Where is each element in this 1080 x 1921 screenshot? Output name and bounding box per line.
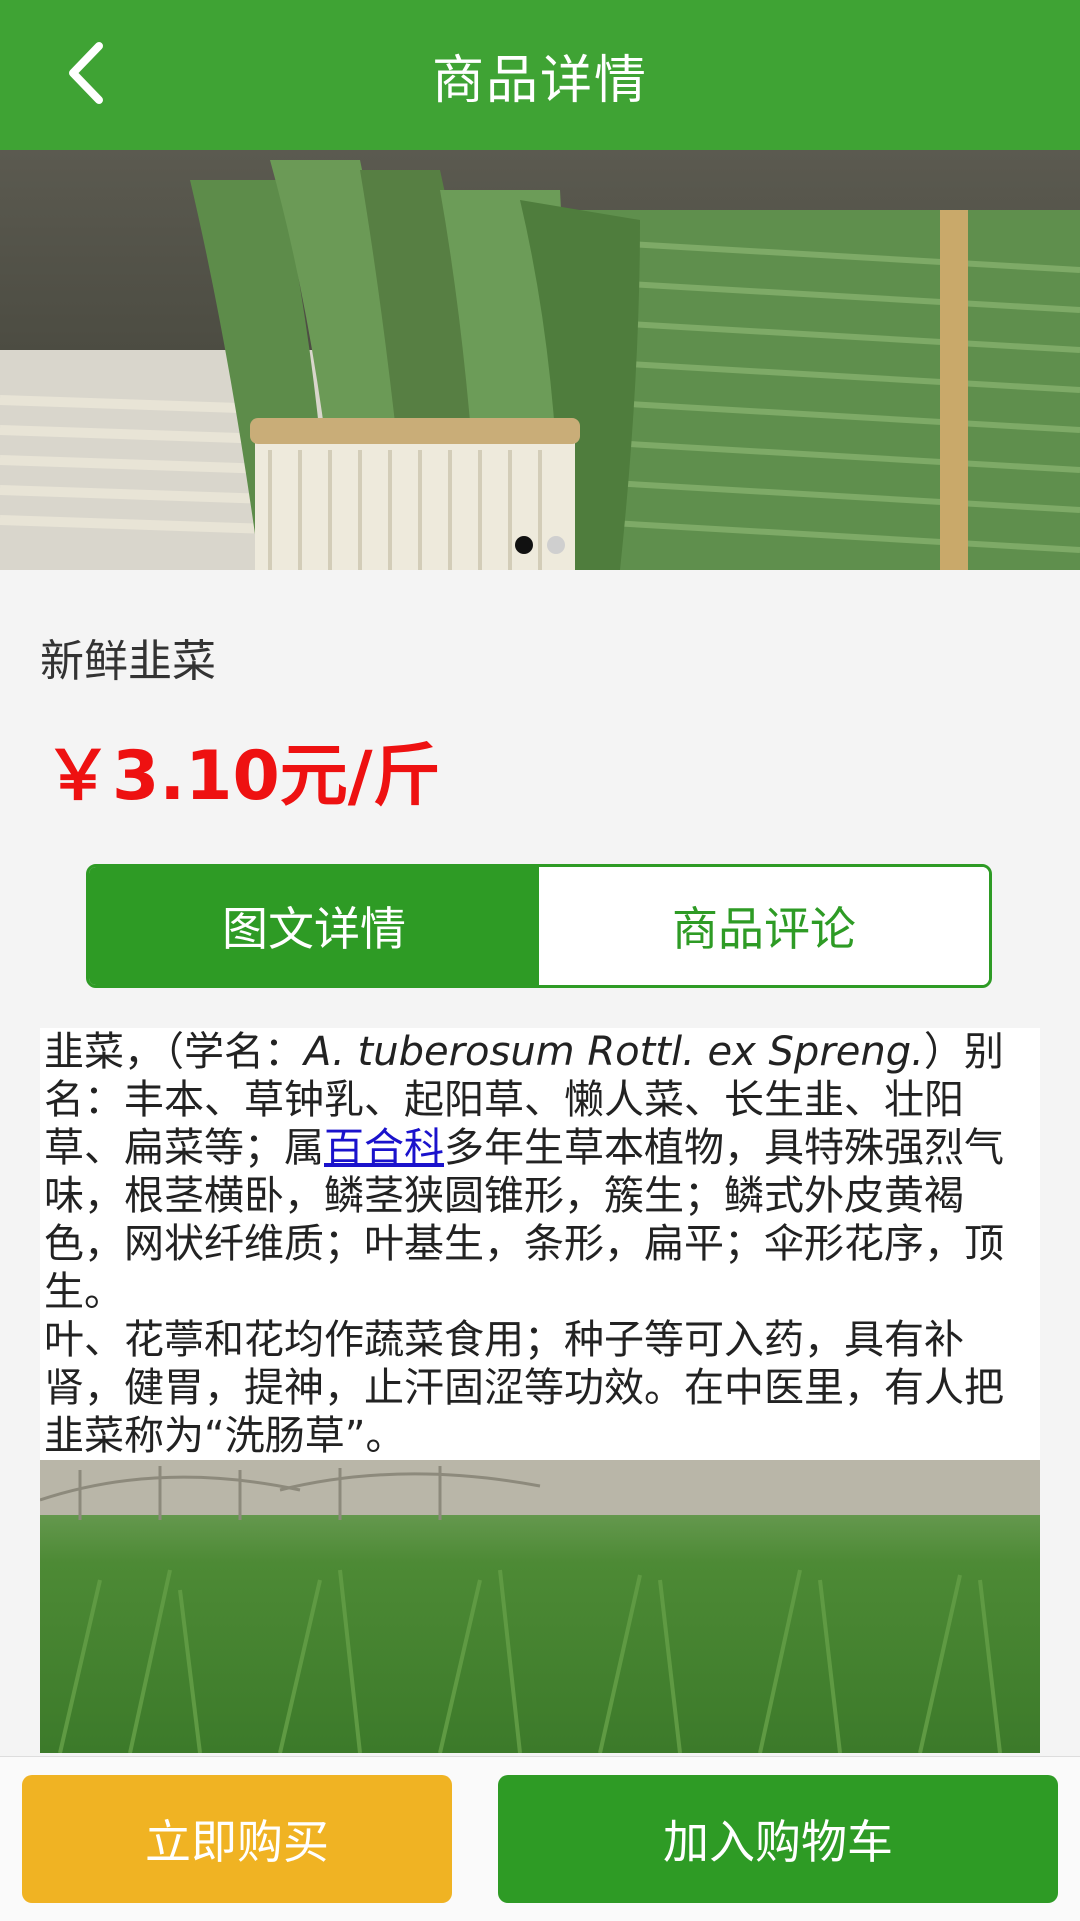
scientific-name: A. tuberosum Rottl. ex Spreng. [304, 1029, 924, 1075]
tab-product-reviews[interactable]: 商品评论 [539, 867, 989, 985]
page-title: 商品详情 [431, 50, 648, 111]
chevron-left-icon [63, 40, 107, 110]
liliaceae-link[interactable]: 百合科 [324, 1125, 444, 1171]
back-button[interactable] [40, 30, 130, 120]
product-description: 韭菜，（学名：A. tuberosum Rottl. ex Spreng.）别名… [40, 1028, 1040, 1753]
add-to-cart-button[interactable]: 加入购物车 [498, 1775, 1058, 1903]
bottom-action-bar: 立即购买 加入购物车 [0, 1756, 1080, 1921]
description-paragraph-1: 韭菜，（学名：A. tuberosum Rottl. ex Spreng.）别名… [44, 1028, 1036, 1316]
carousel-dot-2[interactable] [547, 536, 565, 554]
detail-tabs: 图文详情 商品评论 [86, 864, 992, 988]
top-bar: 商品详情 [0, 0, 1080, 150]
carousel-indicator [0, 536, 1080, 554]
tab-graphic-details[interactable]: 图文详情 [89, 867, 539, 985]
description-text-1a: 韭菜，（学名： [44, 1029, 304, 1075]
description-text: 韭菜，（学名：A. tuberosum Rottl. ex Spreng.）别名… [40, 1028, 1040, 1460]
product-image-carousel[interactable] [0, 150, 1080, 570]
chives-bundle-image [0, 150, 1080, 570]
product-name: 新鲜韭菜 [40, 636, 216, 687]
description-paragraph-2: 叶、花葶和花均作蔬菜食用；种子等可入药，具有补肾，健胃，提神，止汗固涩等功效。在… [44, 1317, 1004, 1459]
chive-field-image [40, 1460, 1040, 1753]
product-price: ￥3.10元/斤 [44, 737, 441, 816]
carousel-dot-1[interactable] [515, 536, 533, 554]
buy-now-button[interactable]: 立即购买 [22, 1775, 452, 1903]
